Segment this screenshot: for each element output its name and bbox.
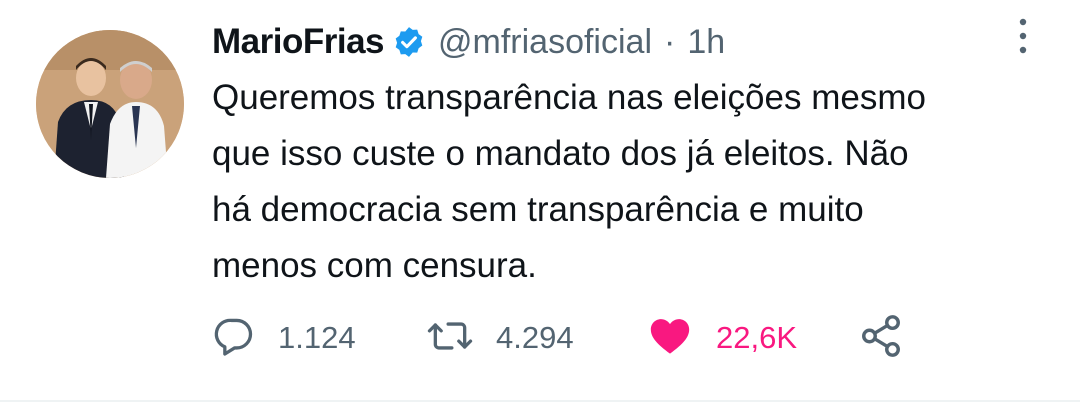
tweet-text-line: menos com censura. bbox=[212, 246, 537, 285]
tweet-text-line: há democracia sem transparência e muito bbox=[212, 190, 864, 229]
timestamp[interactable]: 1h bbox=[687, 23, 725, 62]
share-icon bbox=[858, 313, 904, 364]
reply-button[interactable]: 1.124 bbox=[212, 310, 356, 366]
display-name[interactable]: MarioFrias bbox=[212, 22, 385, 62]
tweet-text: Queremos transparência nas eleições mesm… bbox=[212, 70, 1052, 294]
tweet-text-line: Queremos transparência nas eleições mesm… bbox=[212, 78, 926, 117]
retweet-icon bbox=[426, 314, 474, 363]
like-count: 22,6K bbox=[716, 320, 798, 355]
verified-badge-icon bbox=[392, 25, 426, 59]
tweet-text-line: que isso custe o mandato dos já eleitos.… bbox=[212, 134, 909, 173]
more-vertical-icon[interactable] bbox=[1013, 16, 1033, 56]
reply-count: 1.124 bbox=[278, 320, 356, 355]
tweet[interactable]: MarioFrias @mfriasoficial · 1h Queremos … bbox=[0, 0, 1080, 402]
retweet-button[interactable]: 4.294 bbox=[426, 310, 574, 366]
heart-icon bbox=[646, 313, 694, 364]
like-button[interactable]: 22,6K bbox=[646, 310, 797, 366]
reply-icon bbox=[212, 314, 256, 363]
retweet-count: 4.294 bbox=[496, 320, 574, 355]
separator-dot: · bbox=[664, 22, 676, 61]
share-button[interactable] bbox=[858, 310, 904, 366]
avatar[interactable] bbox=[36, 30, 184, 178]
user-handle[interactable]: @mfriasoficial bbox=[438, 23, 652, 62]
tweet-header: MarioFrias @mfriasoficial · 1h bbox=[212, 20, 725, 64]
